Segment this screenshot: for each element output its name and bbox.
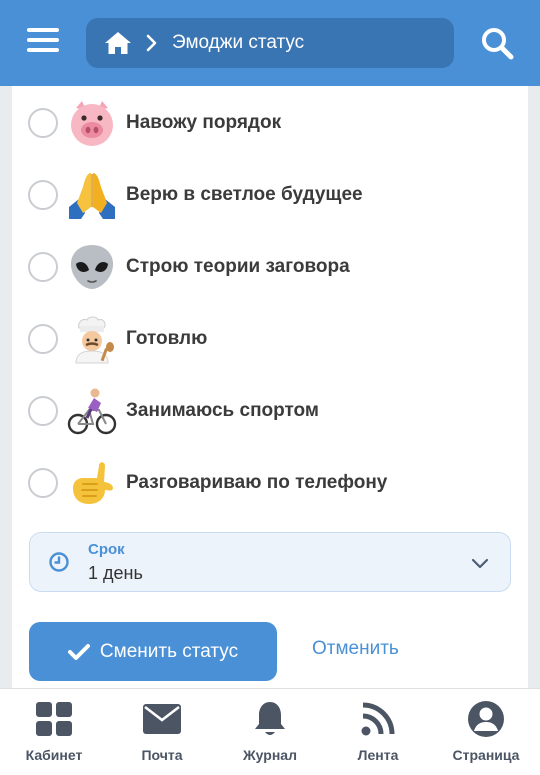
home-icon[interactable] [104, 30, 132, 56]
breadcrumb-title: Эмоджи статус [172, 32, 305, 53]
nav-item-journal[interactable]: Журнал [216, 689, 324, 775]
change-status-button[interactable]: Сменить статус [29, 622, 277, 681]
radio-button[interactable] [28, 252, 58, 282]
radio-button[interactable] [28, 108, 58, 138]
search-icon[interactable] [480, 26, 514, 60]
status-option-label: Верю в светлое будущее [126, 184, 363, 205]
grid-icon [0, 699, 108, 739]
status-option-label: Строю теории заговора [126, 256, 350, 277]
status-option-label: Готовлю [126, 328, 208, 349]
radio-button[interactable] [28, 468, 58, 498]
bell-icon [216, 699, 324, 739]
check-icon [67, 643, 90, 661]
term-label: Срок [88, 541, 125, 558]
call-me-hand-icon [66, 457, 118, 509]
term-select[interactable]: Срок 1 день [29, 532, 511, 592]
status-option[interactable]: Строю теории заговора [28, 241, 508, 293]
chevron-down-icon [470, 553, 490, 573]
status-option[interactable]: Верю в светлое будущее [28, 169, 508, 221]
chevron-right-icon [146, 34, 158, 52]
bottom-nav: Кабинет Почта Журнал Лента Страница [0, 688, 540, 775]
nav-item-cabinet[interactable]: Кабинет [0, 689, 108, 775]
status-option[interactable]: Разговариваю по телефону [28, 457, 508, 509]
nav-item-mail[interactable]: Почта [108, 689, 216, 775]
radio-button[interactable] [28, 396, 58, 426]
user-icon [432, 699, 540, 739]
person-biking-icon [66, 385, 118, 437]
radio-button[interactable] [28, 324, 58, 354]
alien-icon [66, 241, 118, 293]
nav-item-page[interactable]: Страница [432, 689, 540, 775]
mail-icon [108, 699, 216, 739]
nav-item-label: Почта [141, 747, 183, 763]
status-option-label: Навожу порядок [126, 112, 282, 133]
nav-item-label: Лента [357, 747, 399, 763]
clock-icon [48, 551, 70, 573]
rss-icon [324, 699, 432, 739]
hamburger-icon[interactable] [27, 28, 59, 56]
nav-item-feed[interactable]: Лента [324, 689, 432, 775]
status-option-label: Разговариваю по телефону [126, 472, 388, 493]
nav-item-label: Страница [452, 747, 520, 763]
nav-item-label: Кабинет [25, 747, 83, 763]
top-bar: Эмоджи статус [0, 0, 540, 86]
radio-button[interactable] [28, 180, 58, 210]
status-option[interactable]: Навожу порядок [28, 97, 508, 149]
breadcrumb: Эмоджи статус [86, 18, 454, 68]
status-option[interactable]: Занимаюсь спортом [28, 385, 508, 437]
term-value: 1 день [88, 563, 143, 583]
cook-icon [66, 313, 118, 365]
cancel-button[interactable]: Отменить [312, 638, 399, 660]
change-status-label: Сменить статус [99, 640, 239, 662]
folded-hands-icon [66, 169, 118, 221]
status-panel: Навожу порядок Верю в светлое будущее Ст… [12, 86, 528, 688]
nav-item-label: Журнал [243, 747, 297, 763]
status-option[interactable]: Готовлю [28, 313, 508, 365]
pig-face-icon [66, 97, 118, 149]
status-option-label: Занимаюсь спортом [126, 400, 319, 421]
